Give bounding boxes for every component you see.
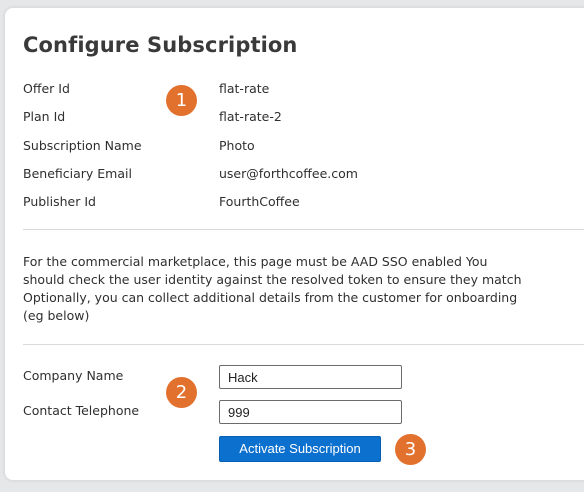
note-line: Optionally, you can collect additional d… (23, 290, 518, 305)
page-title: Configure Subscription (23, 33, 298, 57)
note-line: For the commercial marketplace, this pag… (23, 254, 488, 269)
activate-subscription-button[interactable]: Activate Subscription (219, 436, 381, 462)
subscription-name-label: Subscription Name (23, 138, 142, 153)
offer-id-label: Offer Id (23, 81, 70, 96)
plan-id-label: Plan Id (23, 109, 66, 124)
callout-badge-1: 1 (166, 85, 197, 116)
sso-note: For the commercial marketplace, this pag… (23, 253, 522, 325)
contact-telephone-input[interactable] (219, 400, 402, 424)
note-line: (eg below) (23, 308, 90, 323)
company-name-input[interactable] (219, 365, 402, 389)
contact-telephone-label: Contact Telephone (23, 403, 140, 418)
section-divider (23, 229, 584, 230)
offer-id-value: flat-rate (219, 81, 270, 96)
plan-id-value: flat-rate-2 (219, 109, 282, 124)
callout-badge-2: 2 (166, 377, 197, 408)
callout-badge-3: 3 (395, 434, 426, 465)
section-divider (23, 344, 584, 345)
beneficiary-email-value: user@forthcoffee.com (219, 166, 358, 181)
publisher-id-label: Publisher Id (23, 194, 96, 209)
company-name-label: Company Name (23, 368, 124, 383)
note-line: should check the user identity against t… (23, 272, 522, 287)
subscription-name-value: Photo (219, 138, 255, 153)
publisher-id-value: FourthCoffee (219, 194, 300, 209)
beneficiary-email-label: Beneficiary Email (23, 166, 132, 181)
